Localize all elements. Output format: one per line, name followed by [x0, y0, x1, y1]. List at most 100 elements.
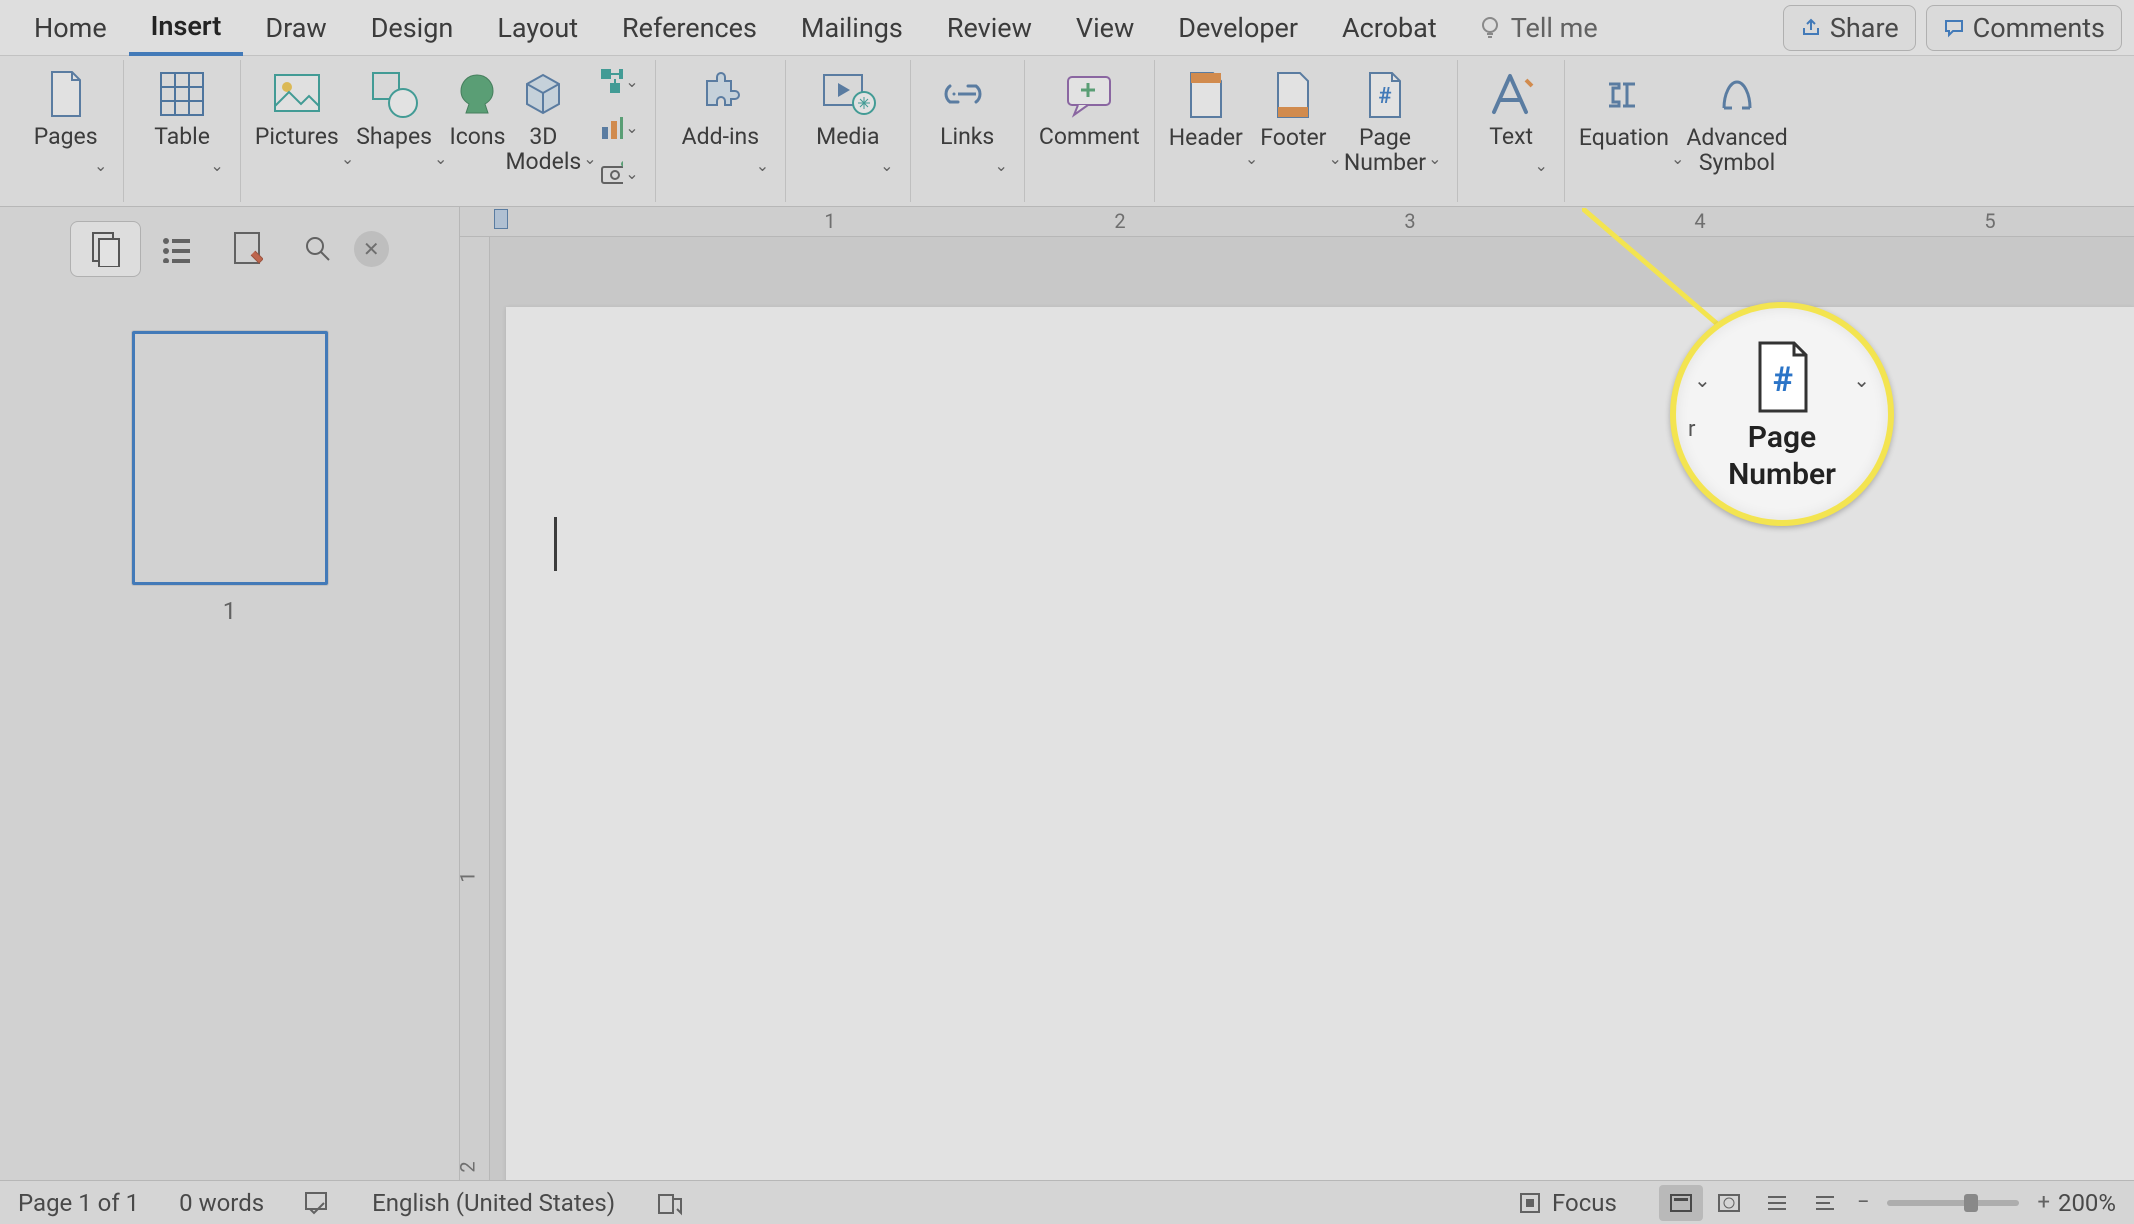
status-word-count[interactable]: 0 words [179, 1189, 264, 1217]
page-thumbnail-1[interactable] [132, 331, 328, 585]
table-button[interactable]: Table [154, 60, 210, 200]
chart-button[interactable]: ⌄ [599, 106, 641, 148]
horizontal-ruler[interactable]: 1 2 3 4 5 [460, 207, 2134, 237]
equation-label: Equation [1579, 125, 1669, 150]
status-accessibility[interactable] [655, 1189, 683, 1217]
tell-me[interactable]: Tell me [1459, 12, 1616, 44]
media-drop[interactable]: ⌄ [878, 156, 895, 175]
smartart-button[interactable]: ⌄ [599, 60, 641, 102]
close-icon: ✕ [363, 237, 380, 261]
text-drop[interactable]: ⌄ [1532, 156, 1549, 175]
addins-label: Add-ins [682, 124, 759, 149]
page-number-icon: # [1750, 337, 1814, 417]
equation-drop[interactable]: ⌄ [1669, 149, 1686, 168]
pane-tab-thumbnails[interactable] [70, 221, 141, 277]
pictures-button[interactable]: Pictures [255, 60, 339, 200]
ribbon-insert: Pages ⌄ Table ⌄ Pictures ⌄ Shapes ⌄ Icon… [0, 56, 2134, 207]
tab-view[interactable]: View [1054, 0, 1156, 56]
pages-button[interactable]: Pages [34, 60, 98, 200]
share-button[interactable]: Share [1783, 5, 1916, 51]
tab-layout[interactable]: Layout [475, 0, 600, 56]
equation-button[interactable]: Equation [1579, 61, 1669, 201]
insert-comment-button[interactable]: Comment [1039, 60, 1140, 200]
tab-review[interactable]: Review [925, 0, 1054, 56]
zoom-slider[interactable] [1887, 1200, 2019, 1206]
3d-models-button[interactable]: 3D Models [505, 60, 581, 200]
status-page[interactable]: Page 1 of 1 [18, 1189, 139, 1217]
table-label: Table [154, 124, 210, 149]
pictures-drop[interactable]: ⌄ [339, 149, 356, 168]
status-spellcheck[interactable] [304, 1191, 332, 1215]
callout-letter: r [1688, 417, 1695, 442]
icons-button[interactable]: Icons [449, 60, 505, 200]
media-label: Media [816, 124, 879, 149]
links-button[interactable]: Links [939, 60, 995, 200]
tab-design[interactable]: Design [349, 0, 476, 56]
screenshot-drop[interactable]: ⌄ [623, 164, 640, 183]
footer-button[interactable]: Footer [1260, 61, 1326, 201]
zoom-level[interactable]: 200% [2058, 1189, 2116, 1217]
focus-icon [1516, 1189, 1544, 1217]
3d-models-drop[interactable]: ⌄ [581, 149, 598, 168]
view-outline[interactable] [1755, 1185, 1799, 1221]
group-header-footer: Header ⌄ Footer ⌄ # Page Number ⌄ [1155, 60, 1459, 202]
group-text: Text ⌄ [1458, 60, 1564, 202]
zoom-out[interactable]: − [1849, 1190, 1878, 1215]
footer-drop[interactable]: ⌄ [1326, 149, 1343, 168]
svg-text:#: # [1773, 360, 1793, 400]
page-number-label: Page Number [1344, 125, 1426, 176]
view-draft[interactable] [1803, 1185, 1847, 1221]
tab-home[interactable]: Home [12, 0, 129, 56]
share-label: Share [1830, 12, 1899, 44]
text-button[interactable]: Text [1483, 60, 1539, 200]
group-links: Links ⌄ [911, 60, 1025, 202]
tab-stop-indicator[interactable] [494, 209, 508, 229]
page-number-drop[interactable]: ⌄ [1426, 149, 1443, 168]
shapes-button[interactable]: Shapes [356, 60, 432, 200]
addins-button[interactable]: Add-ins [682, 60, 759, 200]
callout-label-line2: Number [1728, 458, 1836, 491]
pane-close[interactable]: ✕ [354, 231, 389, 267]
view-web-layout[interactable] [1707, 1185, 1751, 1221]
tab-draw[interactable]: Draw [243, 0, 348, 56]
tab-mailings[interactable]: Mailings [779, 0, 925, 56]
zoom-slider-knob[interactable] [1964, 1194, 1978, 1212]
page-number-button[interactable]: # Page Number [1344, 61, 1426, 201]
table-drop[interactable]: ⌄ [208, 156, 225, 175]
pane-tab-find[interactable] [283, 221, 354, 277]
links-drop[interactable]: ⌄ [993, 156, 1010, 175]
share-icon [1800, 17, 1822, 39]
text-label: Text [1489, 124, 1533, 149]
tab-insert[interactable]: Insert [129, 0, 244, 56]
shapes-drop[interactable]: ⌄ [432, 149, 449, 168]
pane-tab-reviewing[interactable] [212, 221, 283, 277]
tab-acrobat[interactable]: Acrobat [1320, 0, 1459, 56]
advanced-symbol-button[interactable]: Advanced Symbol [1686, 61, 1787, 201]
chart-drop[interactable]: ⌄ [623, 118, 640, 137]
tab-references[interactable]: References [600, 0, 779, 56]
pane-tab-headings[interactable] [141, 221, 212, 277]
callout-magnifier: ⌄ ⌄ r # Page Number [1670, 302, 1894, 526]
ruler-h-num-1: 1 [824, 209, 835, 233]
pages-drop[interactable]: ⌄ [92, 156, 109, 175]
status-language[interactable]: English (United States) [372, 1189, 615, 1217]
header-button[interactable]: Header [1169, 61, 1243, 201]
group-pages: Pages ⌄ [8, 60, 124, 202]
group-illustrations: Pictures ⌄ Shapes ⌄ Icons 3D Models ⌄ ⌄ … [241, 60, 656, 202]
smartart-drop[interactable]: ⌄ [623, 72, 640, 91]
screenshot-button[interactable]: ⌄ [599, 152, 641, 194]
bulb-icon [1477, 15, 1503, 41]
header-drop[interactable]: ⌄ [1243, 149, 1260, 168]
media-button[interactable]: Media [816, 60, 879, 200]
vertical-ruler[interactable]: 1 2 [460, 237, 490, 1180]
tab-developer[interactable]: Developer [1156, 0, 1320, 56]
comments-button[interactable]: Comments [1926, 5, 2122, 51]
text-cursor [554, 517, 557, 571]
focus-mode[interactable]: Focus [1516, 1189, 1617, 1217]
zoom-in[interactable]: + [2029, 1190, 2057, 1215]
chevron-down-icon: ⌄ [1694, 368, 1711, 392]
addins-drop[interactable]: ⌄ [754, 156, 771, 175]
ruler-v-num-2: 2 [456, 1161, 480, 1172]
ribbon-tab-bar: Home Insert Draw Design Layout Reference… [0, 0, 2134, 56]
view-print-layout[interactable] [1659, 1185, 1703, 1221]
